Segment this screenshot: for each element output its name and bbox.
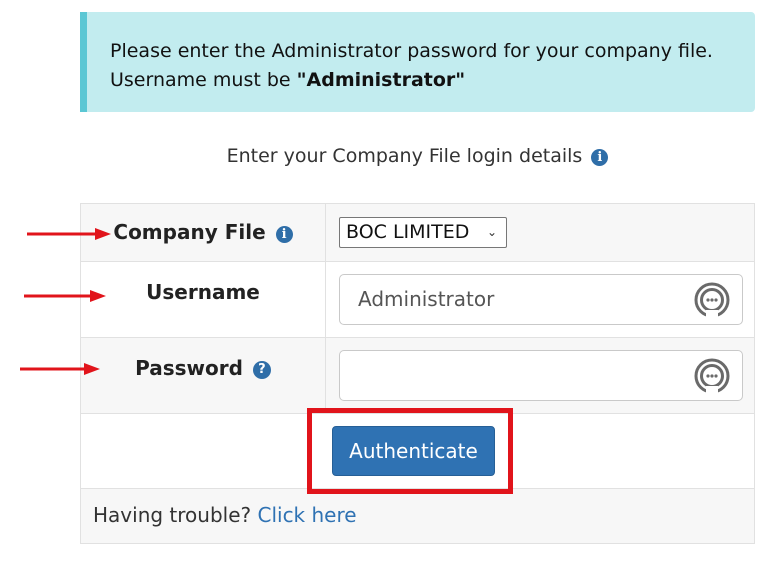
- trouble-text: Having trouble? Click here: [93, 503, 357, 527]
- login-page: Please enter the Administrator password …: [0, 0, 767, 563]
- alert-line-2: Username must be "Administrator": [110, 66, 755, 95]
- column-divider: [325, 204, 326, 261]
- password-manager-icon[interactable]: [694, 358, 730, 394]
- company-file-info-icon[interactable]: i: [275, 226, 293, 243]
- password-label-text: Password: [135, 356, 243, 380]
- authenticate-highlight: [307, 408, 513, 494]
- password-input[interactable]: [339, 350, 743, 401]
- trouble-prefix: Having trouble?: [93, 503, 252, 527]
- annotation-arrow-company-file: [27, 228, 111, 240]
- username-label: Username: [146, 280, 260, 304]
- alert-line-1: Please enter the Administrator password …: [110, 40, 713, 62]
- alert-line-2-prefix: Username must be: [110, 69, 297, 91]
- username-row: Username Administrator: [81, 262, 754, 338]
- username-value: Administrator: [358, 287, 495, 311]
- trouble-row: Having trouble? Click here: [81, 489, 754, 543]
- column-divider: [325, 338, 326, 413]
- annotation-arrow-password: [20, 363, 100, 375]
- info-icon[interactable]: i: [591, 149, 609, 166]
- chevron-down-icon: ⌄: [486, 225, 497, 239]
- company-file-select[interactable]: BOC LIMITED ⌄: [339, 217, 507, 248]
- company-file-selected: BOC LIMITED: [346, 221, 470, 243]
- question-icon[interactable]: ?: [252, 361, 271, 379]
- password-manager-icon[interactable]: [694, 282, 730, 318]
- info-alert: Please enter the Administrator password …: [80, 12, 755, 112]
- password-label: Password ?: [81, 356, 325, 380]
- column-divider: [325, 262, 326, 337]
- click-here-link[interactable]: Click here: [257, 503, 356, 527]
- username-input[interactable]: Administrator: [339, 274, 743, 325]
- login-subtitle: Enter your Company File login details i: [80, 145, 755, 167]
- annotation-arrow-username: [24, 290, 106, 302]
- subtitle-text: Enter your Company File login details: [226, 145, 583, 167]
- company-file-row: Company File i BOC LIMITED ⌄: [81, 204, 754, 262]
- password-row: Password ?: [81, 338, 754, 414]
- company-file-label-text: Company File: [113, 220, 266, 244]
- alert-username-emphasis: "Administrator": [296, 69, 466, 91]
